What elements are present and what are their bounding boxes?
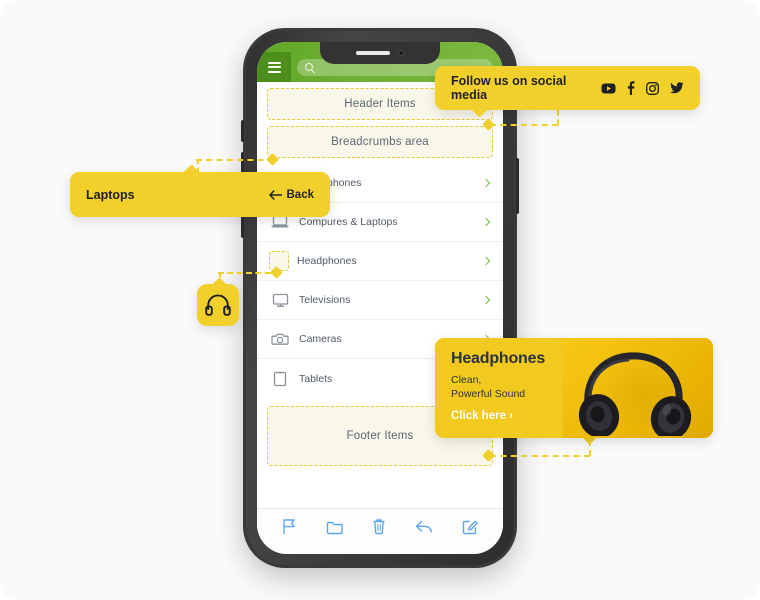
earpiece-speaker xyxy=(356,51,390,55)
canvas: Header Items Breadcrumbs area Smartphone… xyxy=(0,0,760,600)
phone-button-mute xyxy=(241,120,244,142)
phone-button-power xyxy=(516,158,519,214)
bottom-toolbar xyxy=(257,508,503,554)
chevron-right-icon xyxy=(481,178,491,188)
callout-headphones-badge[interactable] xyxy=(197,277,239,326)
back-label: Back xyxy=(286,188,315,201)
camera-icon xyxy=(269,332,291,346)
callout-social-text: Follow us on social media xyxy=(451,74,567,102)
arrow-left-icon xyxy=(268,189,282,200)
product-card-title: Headphones xyxy=(451,350,546,367)
facebook-icon[interactable] xyxy=(627,81,635,95)
product-card-subtitle-line2: Powerful Sound xyxy=(451,388,526,401)
callout-product-card[interactable]: Headphones Clean, Powerful Sound Click h… xyxy=(435,338,713,438)
phone-screen: Header Items Breadcrumbs area Smartphone… xyxy=(257,42,503,554)
social-icon-group xyxy=(601,81,684,95)
folder-icon[interactable] xyxy=(326,519,343,535)
chevron-right-icon xyxy=(481,295,491,305)
tablet-icon xyxy=(269,371,291,387)
product-card-subtitle: Clean, Powerful Sound xyxy=(451,373,713,401)
list-item-label: Compures & Laptops xyxy=(299,216,398,228)
click-here-link[interactable]: Click here › xyxy=(451,410,713,422)
connector-footer-to-card xyxy=(490,455,590,457)
connector-social-vert xyxy=(557,110,559,125)
list-item-label: Headphones xyxy=(297,255,357,267)
connector-breadcrumb-to-laptops xyxy=(196,159,274,161)
chevron-right-icon xyxy=(481,256,491,266)
trash-icon[interactable] xyxy=(372,518,386,535)
list-item-headphones[interactable]: Headphones xyxy=(257,242,503,281)
reply-icon[interactable] xyxy=(415,519,433,534)
callout-social-media[interactable]: Follow us on social media xyxy=(435,66,700,118)
callout-tail xyxy=(480,427,499,438)
hamburger-icon xyxy=(267,59,281,75)
chevron-right-icon xyxy=(481,217,491,227)
compose-icon[interactable] xyxy=(462,519,479,535)
list-item-televisions[interactable]: Televisions xyxy=(257,281,503,320)
connector-header-to-social xyxy=(490,124,558,126)
breadcrumbs-placeholder: Breadcrumbs area xyxy=(267,126,493,158)
instagram-icon[interactable] xyxy=(646,81,659,95)
monitor-icon xyxy=(269,293,291,308)
flag-icon[interactable] xyxy=(282,518,297,535)
product-card-body: Headphones Clean, Powerful Sound Click h… xyxy=(435,338,713,422)
product-card-subtitle-line1: Clean, xyxy=(451,374,482,386)
hamburger-menu-button[interactable] xyxy=(257,52,291,82)
back-button[interactable]: Back xyxy=(268,188,315,201)
front-camera xyxy=(398,50,404,56)
search-icon xyxy=(305,63,313,71)
youtube-icon[interactable] xyxy=(601,83,616,94)
callout-laptops[interactable]: Laptops Back xyxy=(70,164,330,217)
laptop-icon xyxy=(269,215,291,229)
twitter-icon[interactable] xyxy=(670,82,684,94)
list-item-label: Televisions xyxy=(299,294,351,306)
phone-notch xyxy=(320,42,440,64)
headphones-icon xyxy=(205,294,231,316)
callout-laptops-title: Laptops xyxy=(86,187,135,202)
